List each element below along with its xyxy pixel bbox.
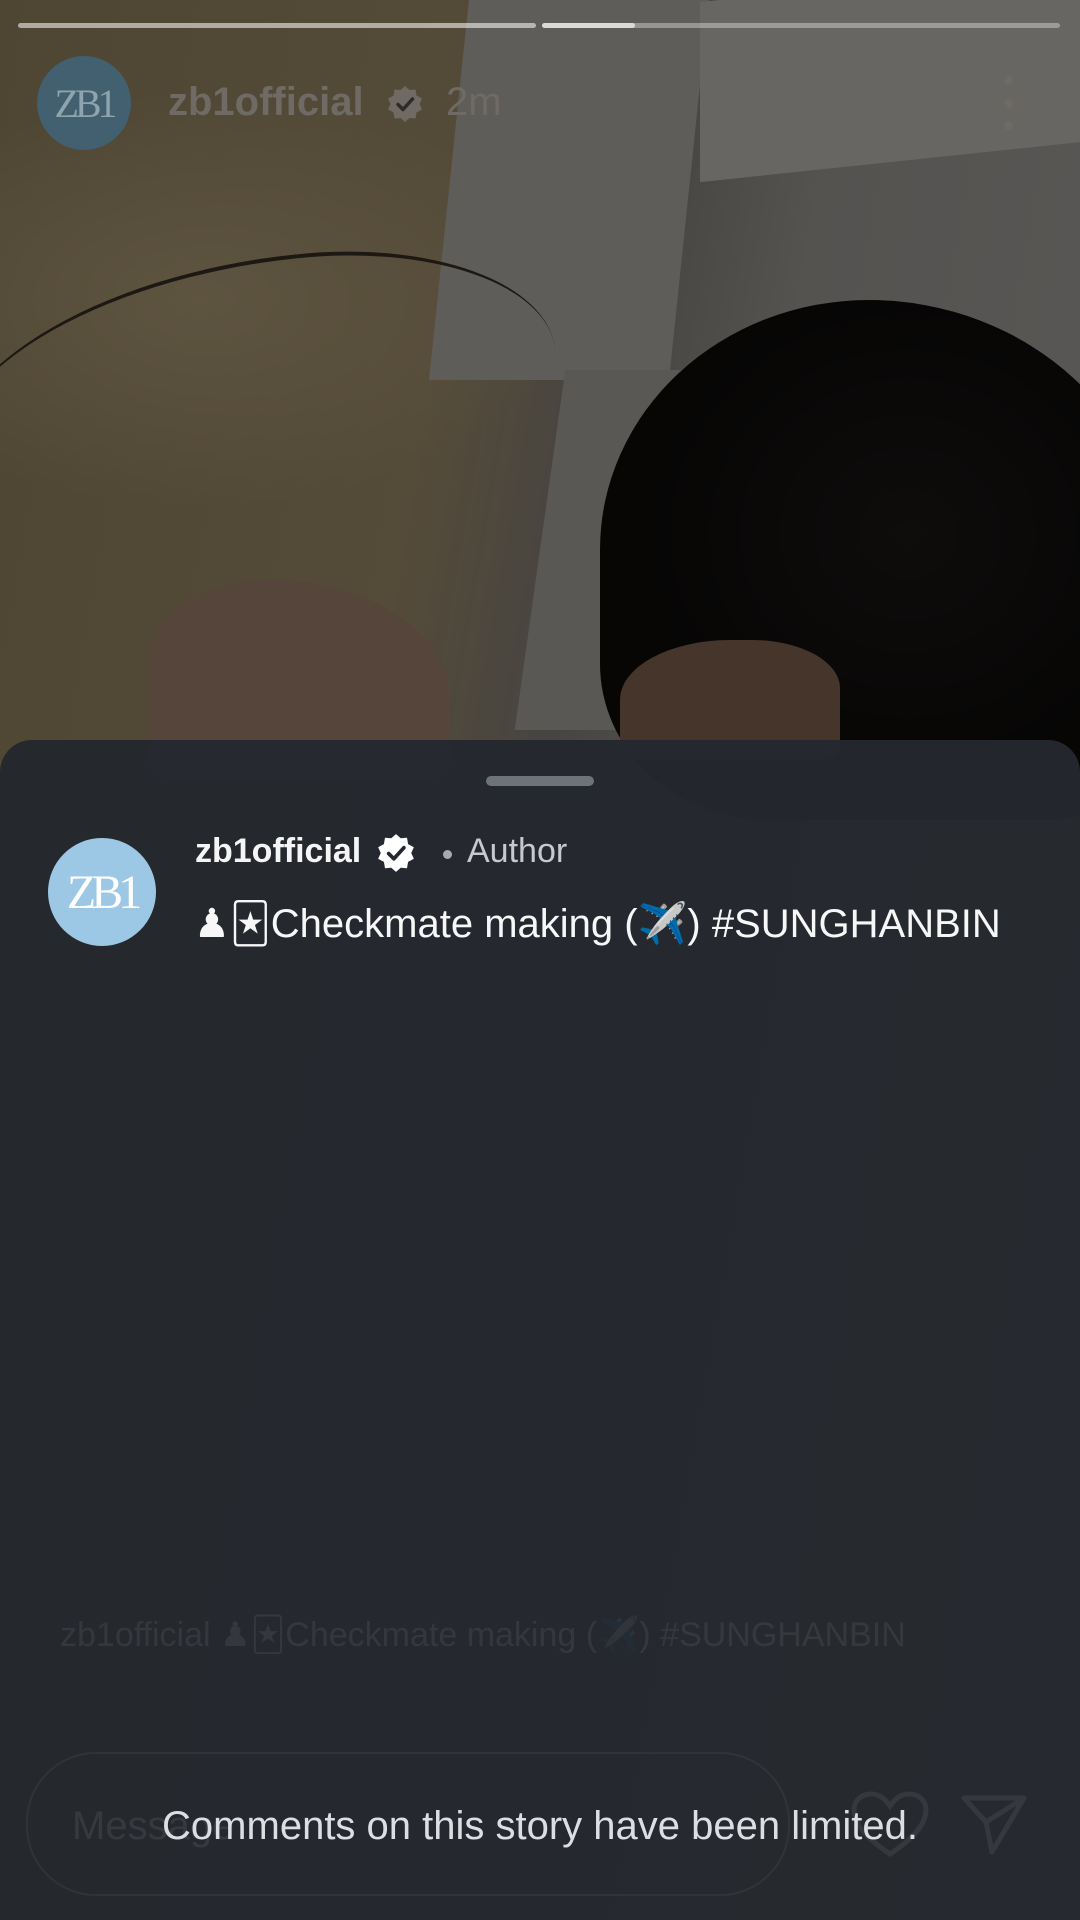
background-caption: zb1official ♟🃏Checkmate making (✈️) #SUN… <box>60 1616 906 1654</box>
comments-limited-notice: Comments on this story have been limited… <box>162 1804 918 1848</box>
story-progress-2 <box>542 23 1060 28</box>
story-progress-1 <box>18 23 536 28</box>
verified-badge-icon <box>378 834 414 872</box>
story-username[interactable]: zb1official <box>168 80 364 125</box>
avatar-logo: ZB1 <box>66 865 142 919</box>
story-time: 2m <box>446 80 502 124</box>
comment-username[interactable]: zb1official <box>195 832 361 871</box>
comment-text: ♟🃏Checkmate making (✈️) #SUNGHANBIN <box>194 902 1001 946</box>
comments-sheet: ZB1 zb1official Author ♟🃏Checkmate makin… <box>0 740 1080 1920</box>
verified-badge-icon <box>388 86 422 122</box>
avatar-logo: ZB1 <box>54 80 117 126</box>
story-viewer: ZB1 zb1official 2m ZB1 zb1official Autho… <box>0 0 1080 1920</box>
more-vertical-icon[interactable] <box>990 76 1026 130</box>
story-avatar[interactable]: ZB1 <box>37 56 131 150</box>
separator-dot <box>443 850 452 859</box>
story-progress-fill <box>542 23 636 28</box>
sheet-drag-handle[interactable] <box>486 776 594 786</box>
comment-avatar[interactable]: ZB1 <box>48 838 156 946</box>
author-badge: Author <box>467 832 568 870</box>
